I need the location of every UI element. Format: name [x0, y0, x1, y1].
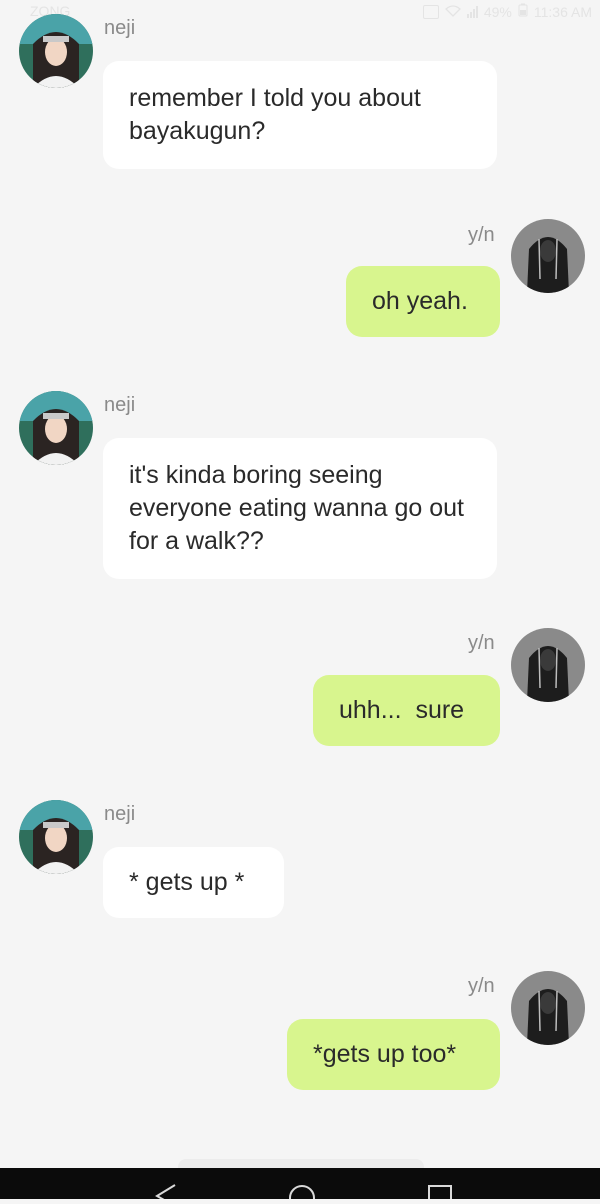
home-icon[interactable] — [288, 1184, 316, 1204]
sender-name: y/n — [468, 632, 495, 654]
battery-percent: 49% — [483, 3, 512, 20]
neji-avatar[interactable] — [19, 800, 93, 874]
message-bubble-outgoing[interactable]: *gets up too* — [287, 1019, 500, 1090]
recents-icon[interactable] — [427, 1184, 453, 1204]
message-bubble-incoming[interactable]: * gets up * — [103, 847, 284, 918]
message-bubble-incoming[interactable]: remember I told you about bayakugun? — [103, 61, 497, 169]
sender-name: y/n — [468, 975, 495, 997]
back-icon[interactable] — [155, 1184, 177, 1204]
sender-name: neji — [104, 17, 136, 39]
yn-avatar[interactable] — [511, 971, 585, 1045]
yn-avatar[interactable] — [511, 628, 585, 702]
message-bubble-incoming[interactable]: it's kinda boring seeing everyone eating… — [103, 438, 497, 579]
sender-name: neji — [104, 394, 136, 416]
signal-icon — [466, 5, 478, 18]
battery-icon — [518, 3, 528, 20]
sender-name: y/n — [468, 224, 495, 246]
message-bubble-outgoing[interactable]: uhh... sure — [313, 675, 500, 746]
wifi-icon — [444, 4, 461, 20]
neji-avatar[interactable] — [19, 391, 93, 465]
yn-avatar[interactable] — [511, 219, 585, 293]
neji-avatar[interactable] — [19, 14, 93, 88]
status-indicators: 49% 11:36 AM — [422, 3, 592, 20]
message-bubble-outgoing[interactable]: oh yeah. — [346, 266, 500, 337]
status-time: 11:36 AM — [533, 3, 592, 20]
sender-name: neji — [104, 803, 136, 825]
vibrate-icon — [422, 4, 439, 19]
status-bar: ZONG 49% 11:36 AM — [0, 0, 600, 24]
